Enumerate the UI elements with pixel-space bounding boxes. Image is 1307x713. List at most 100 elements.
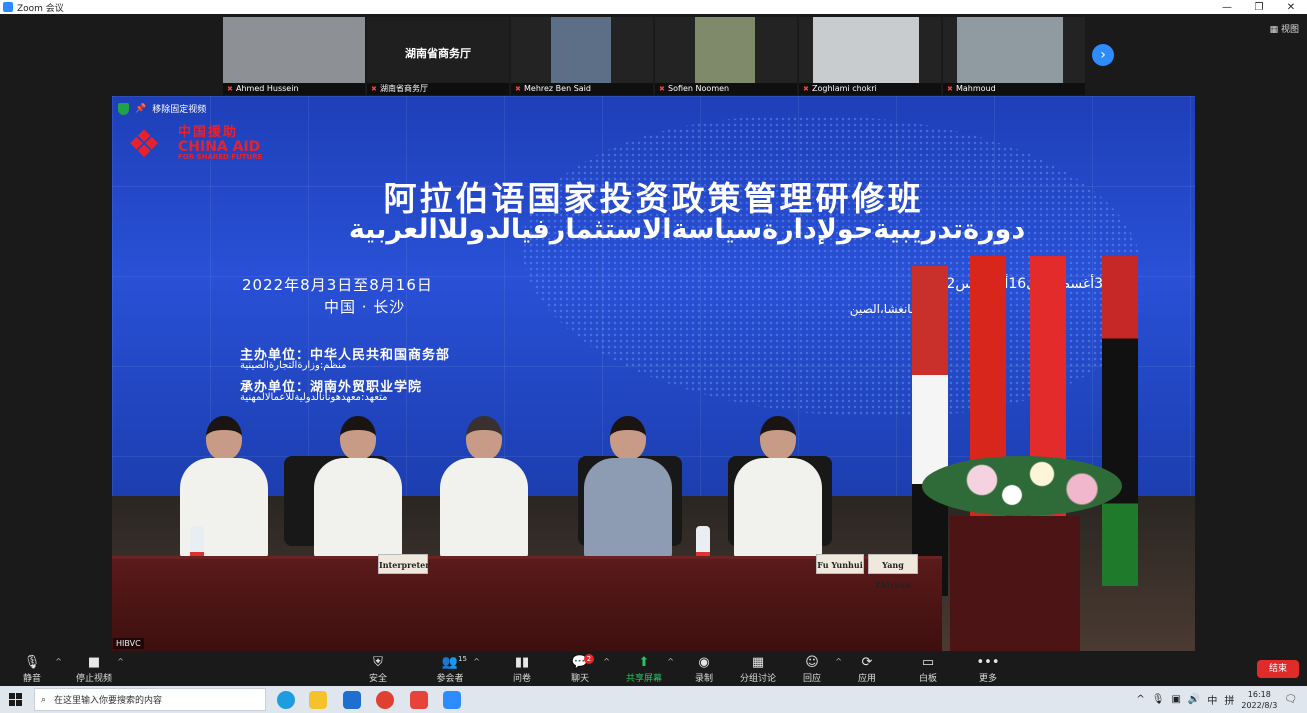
minimize-button[interactable]: — (1211, 2, 1243, 13)
chevron-up-icon[interactable]: ^ (473, 657, 480, 666)
share-screen-button[interactable]: ⬆ 共享屏幕 ^ (612, 655, 676, 684)
video-source-label: HIBVC (113, 638, 144, 649)
close-button[interactable]: ✕ (1275, 2, 1307, 13)
volume-icon[interactable]: 🔊 (1188, 694, 1200, 705)
participants-button[interactable]: 👥 15 参会者 ^ (418, 655, 482, 684)
security-button[interactable]: ⛨ 安全 (346, 655, 410, 684)
stop-video-button[interactable]: ■ 停止视频 ^ (62, 655, 126, 684)
slide-title-ar: دورةتدريبيةحولإدارةسياسةالاستثمارفيالدول… (348, 214, 1026, 245)
chevron-up-icon[interactable]: ^ (55, 657, 62, 666)
polls-button[interactable]: ▮▮ 问卷 (490, 655, 554, 684)
slide-place-cn: 中国 · 长沙 (324, 298, 406, 316)
end-meeting-button[interactable]: 结束 (1257, 660, 1299, 678)
whiteboard-icon: ▭ (921, 655, 935, 670)
china-aid-logo: ❖ 中国援助 CHINA AID FOR SHARED FUTURE (116, 122, 262, 166)
chevron-up-icon[interactable]: ^ (117, 657, 124, 666)
participant-name: Mahmoud (956, 84, 996, 93)
notification-icon[interactable]: 🗨 (1284, 694, 1297, 705)
window-titlebar: Zoom 会议 — ❐ ✕ (0, 0, 1307, 14)
microphone-icon[interactable]: 🎙 (1152, 694, 1165, 705)
clock-date: 2022/8/3 (1241, 700, 1278, 710)
ime-mode[interactable]: 拼 (1224, 692, 1234, 707)
zoom-taskbar-icon[interactable] (443, 691, 461, 709)
nameplate: Fu Yunhui (816, 554, 864, 574)
grid-view-icon: ▦ (1269, 25, 1281, 35)
chrome-icon[interactable] (376, 691, 394, 709)
clock[interactable]: 16:18 2022/8/3 (1241, 689, 1277, 711)
attendee (434, 416, 534, 566)
flag-egypt (912, 266, 948, 596)
logo-en: CHINA AID (178, 138, 261, 155)
chat-badge: 2 (584, 654, 594, 664)
mute-button[interactable]: 🎙 静音 ^ (0, 655, 64, 684)
participant-tile[interactable]: 湖南省商务厅 ✖ 湖南省商务厅 (367, 17, 509, 95)
participant-name: 湖南省商务厅 (380, 84, 428, 93)
slide-title-cn: 阿拉伯语国家投资政策管理研修班 (383, 179, 924, 218)
zoom-logo-icon (3, 2, 13, 12)
nameplate: Interpreter (378, 554, 429, 574)
flower-arrangement (922, 456, 1122, 516)
ime-language[interactable]: 中 (1207, 692, 1217, 707)
taskbar-search[interactable]: ⌕ 在这里输入你要搜索的内容 (34, 688, 266, 711)
wps-icon[interactable] (410, 691, 428, 709)
pin-icon: 📌 (135, 103, 147, 114)
participant-tile[interactable]: ✖ Ahmed Hussein (223, 17, 365, 95)
podium (950, 516, 1080, 651)
participant-tile[interactable]: ✖ Zoghlami chokri (799, 17, 941, 95)
chevron-right-icon: › (1100, 47, 1106, 63)
participant-video (551, 17, 611, 83)
participant-video (695, 17, 755, 83)
chat-button[interactable]: 💬 2 聊天 ^ (548, 654, 612, 684)
view-button-label: 视图 (1280, 25, 1299, 35)
participant-video (813, 17, 919, 83)
chinese-knot-icon: ❖ (126, 122, 162, 166)
chevron-up-icon[interactable]: ^ (603, 657, 610, 666)
next-page-button[interactable]: › (1092, 44, 1114, 66)
window-title: Zoom 会议 (17, 3, 64, 14)
windows-start-icon[interactable] (9, 693, 22, 706)
participant-name: Sofien Noomen (668, 84, 730, 93)
meeting-area: ▦ 视图 ✖ Ahmed Hussein 湖南省商务厅 ✖ 湖南省商务厅 ✖ Mehr… (0, 14, 1307, 651)
windows-taskbar: ⌕ 在这里输入你要搜索的内容 ^ 🎙 ▣ 🔊 中 拼 16:18 2022/8/… (0, 686, 1307, 713)
whiteboard-button[interactable]: ▭ 白板 (896, 655, 960, 684)
muted-mic-icon: ✖ (227, 85, 233, 93)
unpin-label: 移除固定视频 (152, 105, 207, 115)
apps-icon: ⟳ (861, 655, 873, 670)
participant-tile[interactable]: ✖ Sofien Noomen (655, 17, 797, 95)
ellipsis-icon: ••• (976, 655, 1000, 670)
bar-chart-icon: ▮▮ (514, 655, 530, 670)
organizer-ar: منظم:وزارةالتجارةالصينية (240, 360, 347, 371)
participant-name: Ahmed Hussein (236, 84, 299, 93)
clock-time: 16:18 (1247, 689, 1271, 699)
logo-cn: 中国援助 (178, 125, 239, 141)
file-explorer-icon[interactable] (309, 691, 327, 709)
edge-icon[interactable] (277, 691, 295, 709)
attendee (174, 416, 274, 566)
unpin-video-button[interactable]: 📌 移除固定视频 (118, 102, 206, 115)
flag-libya (1102, 256, 1138, 586)
participant-tile[interactable]: ✖ Mahmoud (943, 17, 1085, 95)
more-button[interactable]: ••• 更多 (956, 655, 1020, 684)
apps-button[interactable]: ⟳ 应用 (835, 655, 899, 684)
attendee (308, 416, 408, 566)
view-button[interactable]: ▦ 视图 (1270, 22, 1299, 35)
participant-display-name: 湖南省商务厅 (405, 47, 471, 60)
restore-button[interactable]: ❐ (1243, 2, 1275, 13)
search-placeholder: 在这里输入你要搜索的内容 (54, 696, 163, 706)
muted-mic-icon: ✖ (947, 85, 953, 93)
search-icon: ⌕ (41, 694, 47, 705)
mail-icon[interactable] (343, 691, 361, 709)
participant-strip: ✖ Ahmed Hussein 湖南省商务厅 ✖ 湖南省商务厅 ✖ Mehrez Be… (223, 17, 1085, 95)
pinned-video[interactable]: ❖ 中国援助 CHINA AID FOR SHARED FUTURE 阿拉伯语国… (112, 96, 1195, 651)
meeting-toolbar: 🎙 静音 ^ ■ 停止视频 ^ ⛨ 安全 👥 15 参会者 ^ ▮▮ 问卷 💬 2 聊天 ^ ⬆ 共享屏幕… (0, 651, 1307, 686)
participant-name: Zoghlami chokri (812, 84, 877, 93)
slide-date-cn: 2022年8月3日至8月16日 (242, 276, 433, 294)
host-ar: متعهد:معهدهونانالدوليةللاعمالالمهنية (240, 392, 388, 403)
participant-tile[interactable]: ✖ Mehrez Ben Said (511, 17, 653, 95)
chevron-up-icon[interactable]: ^ (1136, 694, 1144, 705)
muted-mic-icon: ✖ (803, 85, 809, 93)
participant-name: Mehrez Ben Said (524, 84, 591, 93)
participant-count: 15 (458, 655, 467, 663)
network-icon[interactable]: ▣ (1171, 694, 1180, 705)
muted-mic-icon: ✖ (515, 85, 521, 93)
